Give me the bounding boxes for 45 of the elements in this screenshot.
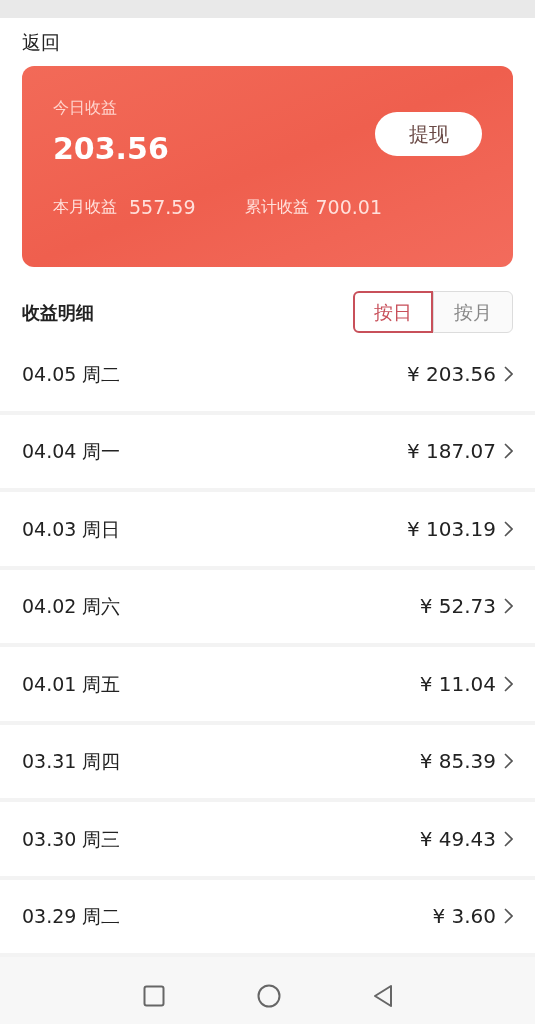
row-date: 04.05 周二 — [22, 361, 121, 387]
row-amount: ¥ 203.56 — [406, 360, 496, 388]
details-title: 收益明细 — [22, 300, 94, 325]
row-date: 04.02 周六 — [22, 594, 121, 619]
total-earnings: 700.01 — [315, 195, 382, 220]
withdraw-button[interactable]: 提现 — [375, 112, 482, 156]
earnings-row[interactable]: 04.04 周一 ¥ 187.07 — [0, 414, 535, 492]
toggle-tab[interactable]: 按日 — [353, 291, 433, 333]
row-date: 03.30 周三 — [22, 826, 121, 852]
earnings-row[interactable]: 03.31 周四 ¥ 85.39 — [0, 724, 535, 802]
row-amount: ¥ 187.07 — [406, 438, 496, 466]
row-date: 04.03 周日 — [22, 516, 121, 542]
earnings-row[interactable]: 04.02 周六 ¥ 52.73 — [0, 569, 535, 647]
row-amount: ¥ 11.04 — [419, 670, 496, 698]
chevron-icon — [504, 753, 513, 770]
chevron-icon — [504, 365, 513, 382]
total-label: 累计收益 — [245, 196, 310, 219]
earnings-row[interactable]: 04.01 周五 ¥ 11.04 — [0, 647, 535, 725]
back-link[interactable]: 返回 — [22, 27, 60, 57]
row-date: 03.31 周四 — [22, 749, 121, 774]
chevron-icon — [504, 908, 513, 925]
row-amount: ¥ 3.60 — [432, 903, 496, 931]
chevron-icon — [504, 830, 513, 847]
chevron-icon — [504, 443, 513, 460]
toggle-tab[interactable]: 按月 — [433, 291, 513, 333]
recent-apps-icon[interactable] — [142, 984, 165, 1007]
earnings-row[interactable]: 03.30 周三 ¥ 49.43 — [0, 802, 535, 880]
chevron-icon — [504, 520, 513, 537]
row-amount: ¥ 52.73 — [419, 593, 496, 621]
month-label: 本月收益 — [53, 196, 117, 219]
today-earnings: 203.56 — [53, 130, 169, 168]
back-icon[interactable] — [372, 983, 393, 1008]
row-amount: ¥ 49.43 — [419, 825, 496, 853]
today-label: 今日收益 — [53, 97, 118, 119]
row-date: 04.01 周五 — [22, 671, 121, 697]
earnings-row[interactable]: 04.03 周日 ¥ 103.19 — [0, 492, 535, 570]
month-earnings: 557.59 — [129, 195, 196, 220]
row-date: 03.29 周二 — [22, 904, 121, 929]
row-amount: ¥ 103.19 — [406, 515, 496, 543]
earnings-row[interactable]: 04.05 周二 ¥ 203.56 — [0, 337, 535, 415]
home-icon[interactable] — [256, 983, 281, 1008]
chevron-icon — [504, 598, 513, 615]
row-date: 04.04 周一 — [22, 439, 121, 464]
row-amount: ¥ 85.39 — [419, 748, 496, 776]
chevron-icon — [504, 675, 513, 692]
